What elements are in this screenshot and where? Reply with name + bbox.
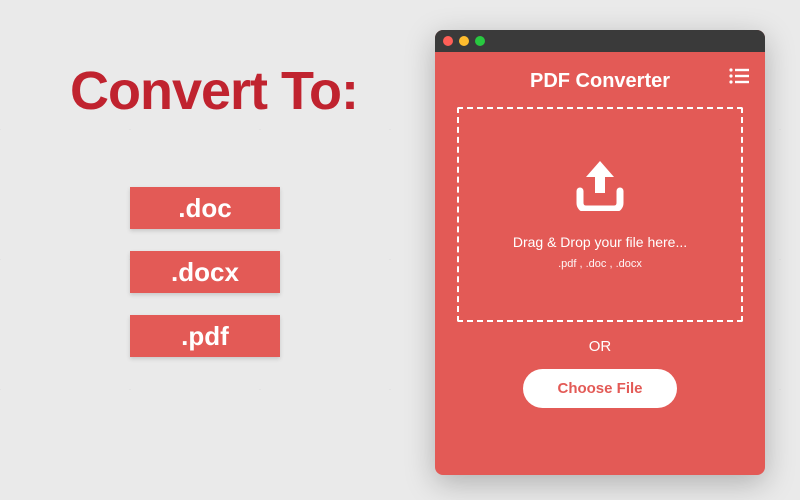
window-titlebar — [435, 30, 765, 52]
format-badge-pdf: .pdf — [130, 315, 280, 357]
maximize-icon[interactable] — [475, 36, 485, 46]
or-divider: OR — [589, 338, 612, 355]
drop-area: Drag & Drop your file here... .pdf , .do… — [435, 107, 765, 475]
accepted-formats: .pdf , .doc , .docx — [558, 258, 642, 270]
app-header: PDF Converter — [435, 52, 765, 107]
choose-file-button[interactable]: Choose File — [523, 369, 676, 408]
upload-icon — [570, 159, 630, 216]
app-title: PDF Converter — [530, 70, 670, 93]
drop-instruction: Drag & Drop your file here... — [513, 234, 687, 250]
format-badge-docx: .docx — [130, 251, 280, 293]
headline: Convert To: — [70, 60, 415, 122]
promo-panel: Convert To: .doc .docx .pdf — [0, 0, 435, 500]
close-icon[interactable] — [443, 36, 453, 46]
list-icon[interactable] — [729, 68, 749, 84]
drop-zone[interactable]: Drag & Drop your file here... .pdf , .do… — [457, 107, 743, 322]
minimize-icon[interactable] — [459, 36, 469, 46]
app-window: PDF Converter — [435, 30, 765, 475]
format-badge-doc: .doc — [130, 187, 280, 229]
format-list: .doc .docx .pdf — [70, 187, 415, 357]
